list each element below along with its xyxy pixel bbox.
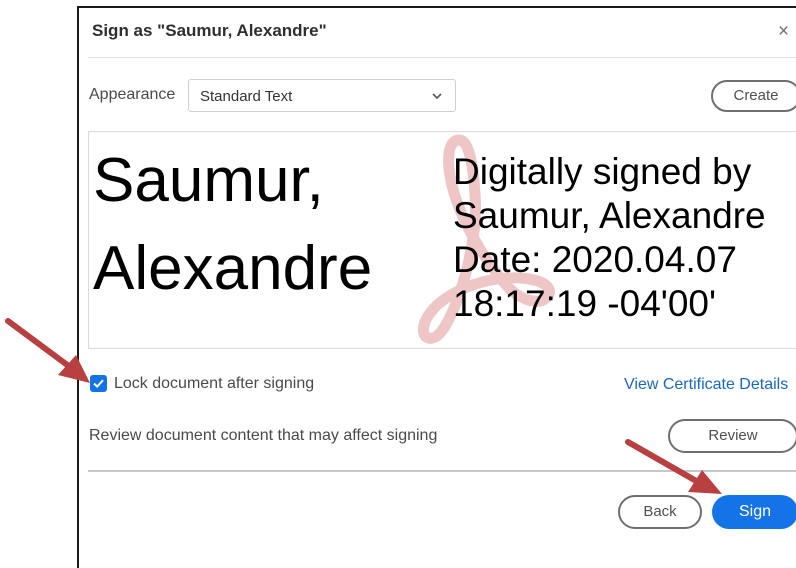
view-certificate-details-link[interactable]: View Certificate Details bbox=[624, 376, 788, 394]
signature-name-line-1: Saumur, bbox=[93, 146, 324, 215]
appearance-label: Appearance bbox=[89, 86, 176, 103]
signature-detail-line: Saumur, Alexandre bbox=[453, 195, 766, 236]
lock-document-label: Lock document after signing bbox=[114, 375, 315, 392]
appearance-selected-value: Standard Text bbox=[200, 88, 293, 105]
sign-button[interactable]: Sign bbox=[712, 495, 796, 529]
signature-detail-line: Digitally signed by bbox=[453, 151, 752, 192]
checkmark-icon bbox=[93, 379, 104, 389]
appearance-dropdown[interactable]: Standard Text bbox=[188, 79, 456, 112]
chevron-down-icon bbox=[432, 93, 442, 100]
signature-name-line-2: Alexandre bbox=[93, 234, 373, 303]
back-button[interactable]: Back bbox=[618, 495, 702, 529]
create-button[interactable]: Create bbox=[711, 80, 796, 112]
title-divider bbox=[88, 57, 796, 58]
dialog-title: Sign as "Saumur, Alexandre" bbox=[92, 21, 327, 40]
signature-detail-line: 18:17:19 -04'00' bbox=[453, 283, 717, 324]
close-icon[interactable]: × bbox=[778, 22, 789, 41]
footer-divider bbox=[88, 470, 796, 472]
signature-detail-line: Date: 2020.04.07 bbox=[453, 239, 737, 280]
review-content-text: Review document content that may affect … bbox=[89, 427, 438, 444]
signature-details: Digitally signed by Saumur, Alexandre Da… bbox=[453, 150, 766, 326]
review-button[interactable]: Review bbox=[668, 419, 796, 453]
lock-document-checkbox[interactable] bbox=[90, 375, 107, 392]
signature-preview: Saumur, Alexandre Digitally signed by Sa… bbox=[88, 131, 796, 349]
